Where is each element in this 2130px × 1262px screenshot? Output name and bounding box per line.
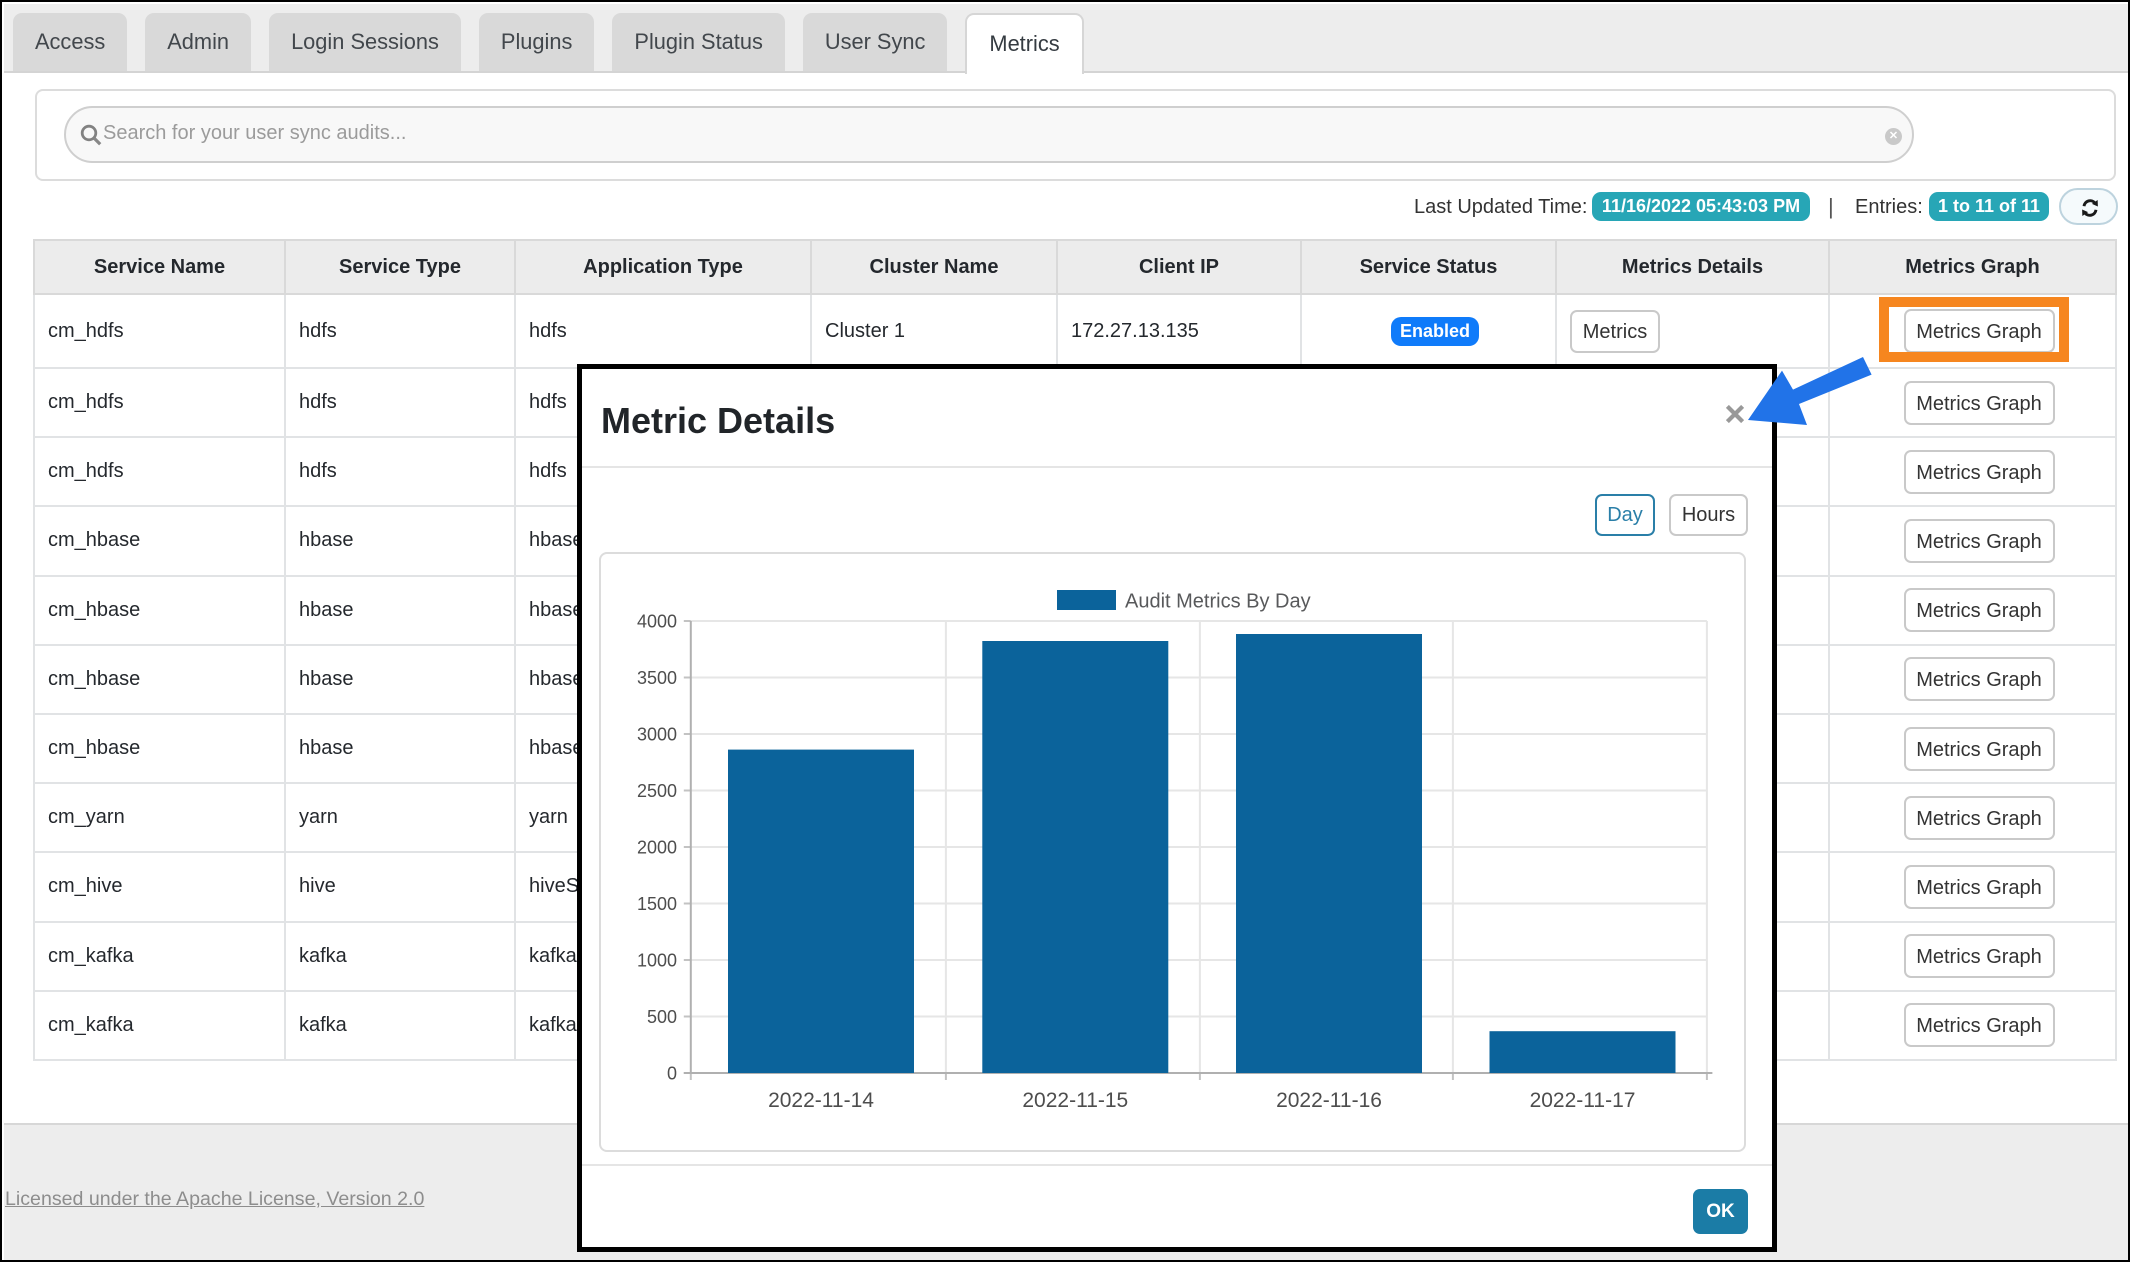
svg-text:2500: 2500 bbox=[636, 781, 676, 801]
svg-text:2000: 2000 bbox=[636, 837, 676, 857]
svg-text:3500: 3500 bbox=[636, 668, 676, 688]
svg-text:4000: 4000 bbox=[636, 611, 676, 631]
svg-text:2022-11-17: 2022-11-17 bbox=[1529, 1089, 1635, 1112]
svg-text:Audit Metrics By Day: Audit Metrics By Day bbox=[1125, 590, 1311, 612]
svg-text:0: 0 bbox=[666, 1063, 676, 1083]
svg-text:500: 500 bbox=[646, 1007, 676, 1027]
svg-text:1500: 1500 bbox=[636, 894, 676, 914]
svg-text:1000: 1000 bbox=[636, 950, 676, 970]
svg-text:2022-11-16: 2022-11-16 bbox=[1276, 1089, 1382, 1112]
svg-text:2022-11-14: 2022-11-14 bbox=[768, 1089, 874, 1112]
svg-text:3000: 3000 bbox=[636, 724, 676, 744]
svg-text:2022-11-15: 2022-11-15 bbox=[1022, 1089, 1128, 1112]
